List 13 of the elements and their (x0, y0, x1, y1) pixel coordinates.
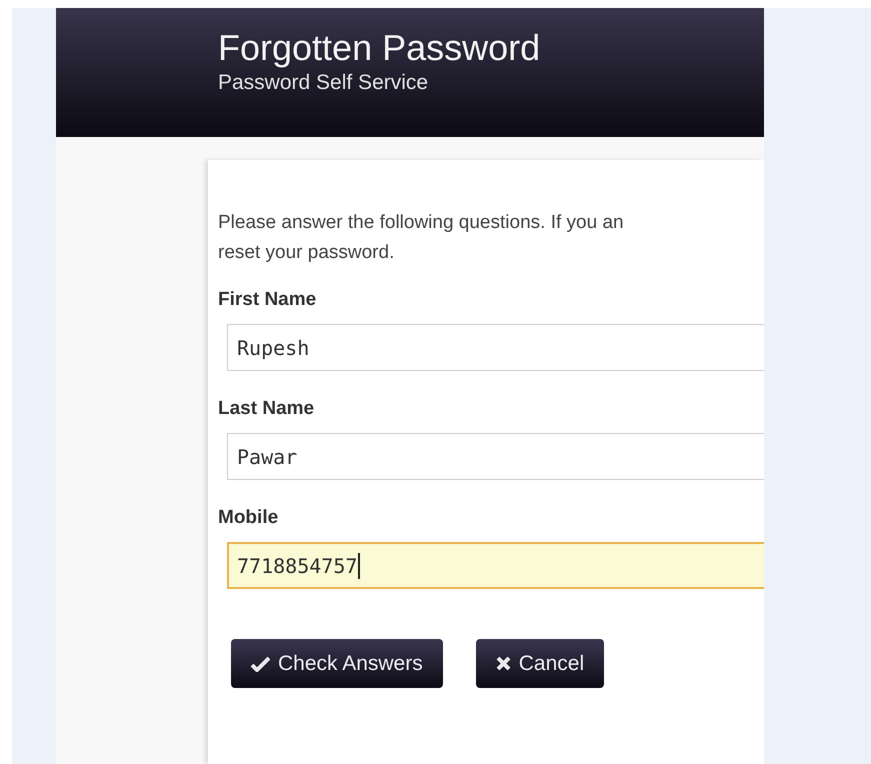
cancel-button[interactable]: Cancel (476, 639, 604, 688)
check-answers-button[interactable]: Check Answers (231, 639, 443, 688)
field-label: First Name (218, 288, 318, 312)
instructions-text: Please answer the following questions. If you an reset your password. (218, 211, 625, 265)
input-field[interactable]: 7718854757 (227, 542, 764, 589)
field-label: Mobile (218, 506, 280, 530)
input-field[interactable]: Rupesh (227, 324, 764, 371)
check-icon (251, 656, 270, 672)
page-title: Forgotten Password (218, 26, 542, 70)
close-icon (496, 656, 511, 671)
page-subtitle: Password Self Service (218, 70, 430, 96)
input-field[interactable]: Pawar (227, 433, 764, 480)
field-label: Last Name (218, 397, 316, 421)
